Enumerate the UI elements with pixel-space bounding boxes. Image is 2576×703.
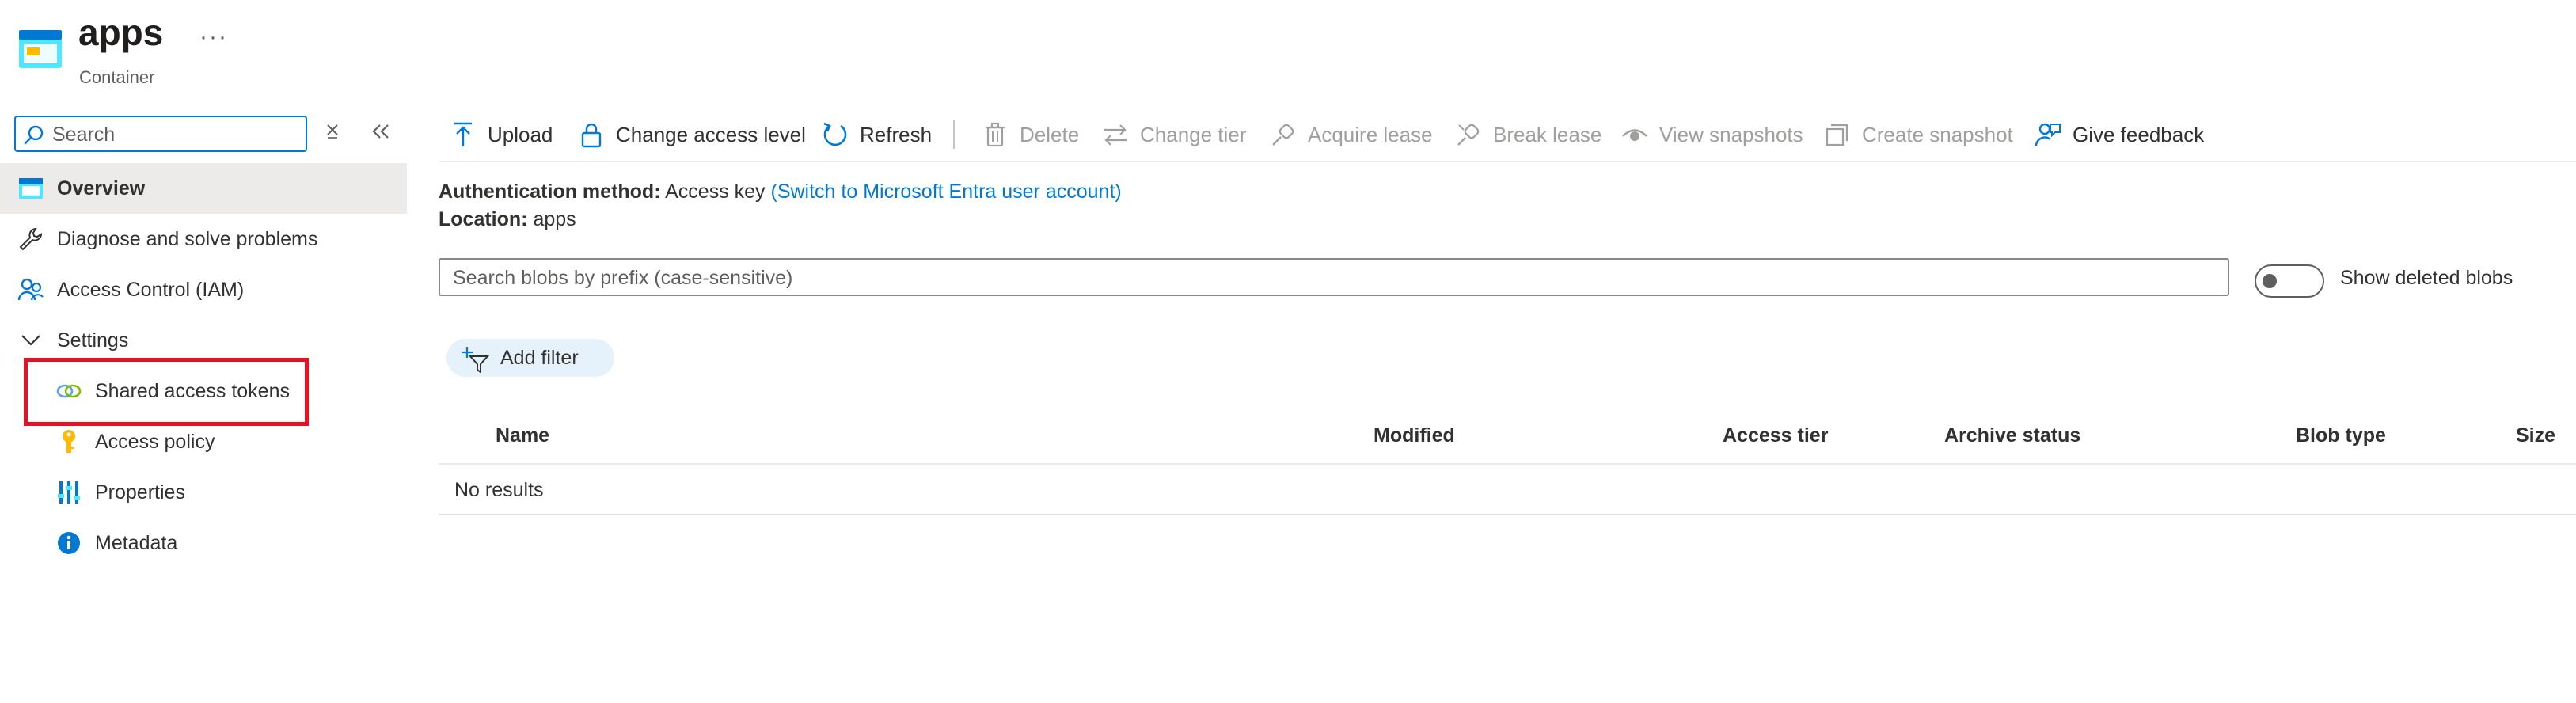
create-snapshot-button[interactable]: Create snapshot xyxy=(1824,117,2013,152)
nav-item-label: Access policy xyxy=(95,430,215,453)
delete-button[interactable]: Delete xyxy=(982,117,1079,152)
info-icon xyxy=(55,530,82,557)
acquire-lease-button[interactable]: Acquire lease xyxy=(1270,117,1433,152)
nav-item-label: Access Control (IAM) xyxy=(57,278,245,301)
show-deleted-blobs-toggle[interactable] xyxy=(2255,264,2324,298)
lock-icon xyxy=(581,123,602,148)
column-header-blob-type[interactable]: Blob type xyxy=(2296,424,2386,447)
eye-icon xyxy=(1622,129,1647,141)
shared-access-tokens-highlight xyxy=(24,358,309,426)
table-bottom-divider xyxy=(439,514,2576,515)
nav-item-diagnose[interactable]: Diagnose and solve problems xyxy=(0,214,407,264)
menu-search-box[interactable] xyxy=(14,116,307,152)
nav-item-label: Metadata xyxy=(95,531,178,554)
search-icon xyxy=(24,125,44,145)
page-subtitle: Container xyxy=(79,67,155,87)
location-line: Location: apps xyxy=(439,208,576,231)
trash-icon xyxy=(986,122,1005,147)
upload-button[interactable]: Upload xyxy=(450,117,553,152)
menu-search-input[interactable] xyxy=(52,122,298,147)
view-snapshots-button[interactable]: View snapshots xyxy=(1621,117,1803,152)
column-header-access-tier[interactable]: Access tier xyxy=(1723,424,1828,447)
location-label: Location: xyxy=(439,208,528,230)
snapshot-icon xyxy=(1826,124,1848,146)
nav-group-label: Settings xyxy=(57,329,129,352)
add-filter-icon xyxy=(462,347,489,374)
add-filter-button[interactable]: Add filter xyxy=(446,339,614,377)
page-header: apps Container ··· xyxy=(0,0,2576,103)
auth-method-value: Access key xyxy=(665,180,766,203)
column-header-archive-status[interactable]: Archive status xyxy=(1944,424,2080,447)
wrench-icon xyxy=(17,226,44,253)
broken-link-icon xyxy=(1457,124,1480,146)
clear-search-icon[interactable] xyxy=(323,122,342,141)
page-title: apps xyxy=(78,12,164,53)
blob-search-box[interactable] xyxy=(439,258,2229,296)
add-filter-label: Add filter xyxy=(500,347,579,369)
command-bar: Upload Change access level Refresh Delet… xyxy=(439,111,2576,160)
break-lease-button[interactable]: Break lease xyxy=(1455,117,1601,152)
people-icon xyxy=(17,276,44,303)
change-access-level-button[interactable]: Change access level xyxy=(578,117,806,152)
nav-item-label: Properties xyxy=(95,481,185,504)
column-header-modified[interactable]: Modified xyxy=(1373,424,1455,447)
more-actions-button[interactable]: ··· xyxy=(199,24,228,51)
upload-icon xyxy=(454,122,472,146)
nav-item-label: Overview xyxy=(57,177,146,200)
location-value: apps xyxy=(533,208,576,230)
column-header-size[interactable]: Size xyxy=(2516,424,2555,447)
feedback-icon xyxy=(2035,123,2061,146)
nav-item-overview[interactable]: Overview xyxy=(0,163,407,214)
blob-search-input[interactable] xyxy=(453,266,2210,290)
auth-method-label: Authentication method: xyxy=(439,180,661,203)
link-icon xyxy=(1272,124,1294,146)
empty-table-message: No results xyxy=(454,479,544,501)
nav-item-access-control[interactable]: Access Control (IAM) xyxy=(0,264,407,315)
swap-arrows-icon xyxy=(1104,124,1127,146)
container-icon xyxy=(19,30,62,68)
switch-auth-link[interactable]: (Switch to Microsoft Entra user account) xyxy=(771,180,1122,203)
container-icon xyxy=(17,175,44,202)
command-bar-divider xyxy=(439,161,2576,162)
nav-item-metadata[interactable]: Metadata xyxy=(0,518,407,568)
refresh-button[interactable]: Refresh xyxy=(822,117,932,152)
toggle-knob xyxy=(2263,274,2277,288)
key-icon xyxy=(55,428,82,455)
table-header-divider xyxy=(439,463,2576,465)
chevron-down-icon xyxy=(17,327,44,354)
nav-item-properties[interactable]: Properties xyxy=(0,467,407,518)
refresh-icon xyxy=(823,122,847,146)
column-header-name[interactable]: Name xyxy=(496,424,549,447)
auth-method-line: Authentication method: Access key (Switc… xyxy=(439,180,1122,203)
give-feedback-button[interactable]: Give feedback xyxy=(2035,117,2204,152)
nav-item-label: Diagnose and solve problems xyxy=(57,227,318,250)
sliders-icon xyxy=(55,479,82,506)
toolbar-separator xyxy=(953,120,955,149)
change-tier-button[interactable]: Change tier xyxy=(1102,117,1246,152)
collapse-menu-icon[interactable] xyxy=(369,120,393,142)
show-deleted-blobs-label: Show deleted blobs xyxy=(2340,267,2513,289)
